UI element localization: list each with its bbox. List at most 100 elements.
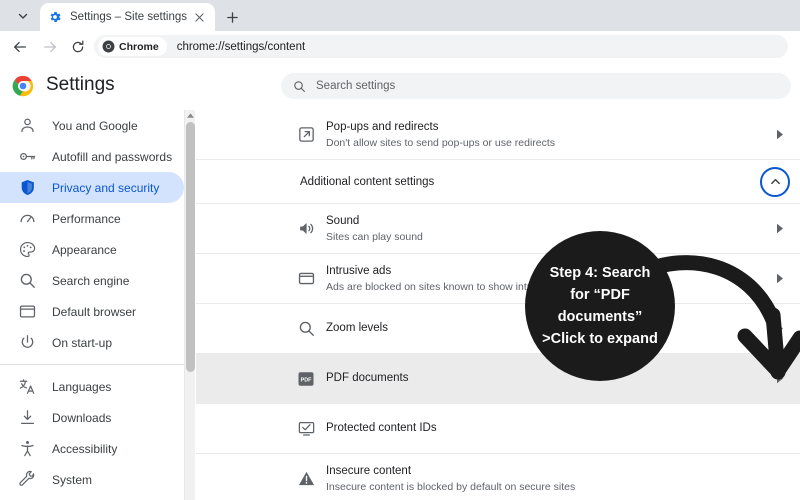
palette-icon [17, 240, 37, 259]
annotation-line: documents” [557, 309, 643, 325]
settings-row-protected-content-ids[interactable]: Protected content IDs [196, 404, 800, 454]
sidebar-item-label: Accessibility [52, 441, 118, 456]
sidebar-item-appearance[interactable]: Appearance [0, 234, 184, 265]
translate-icon [17, 377, 37, 396]
url-text: chrome://settings/content [176, 40, 306, 53]
new-tab-button[interactable] [221, 6, 243, 28]
search-icon [17, 271, 37, 290]
settings-row-title: PDF documents [326, 372, 409, 384]
sidebar-item-autofill-and-passwords[interactable]: Autofill and passwords [0, 141, 184, 172]
sidebar-divider [0, 364, 184, 365]
settings-row-pdf-documents[interactable]: PDF PDF documents [196, 354, 800, 404]
person-icon [17, 116, 37, 135]
sidebar-item-label: Default browser [52, 304, 137, 319]
browser-tab[interactable]: Settings – Site settings [40, 3, 215, 31]
settings-gear-icon [48, 10, 62, 24]
settings-sidebar: You and Google Autofill and passwords Priv… [0, 110, 184, 500]
search-icon [296, 319, 316, 339]
settings-row-title: Insecure content [326, 464, 412, 477]
wrench-icon [17, 470, 37, 489]
annotation-callout: Step 4: Search for “PDF documents” >Click t… [525, 231, 675, 381]
close-icon[interactable] [191, 9, 207, 25]
power-icon [17, 333, 37, 352]
settings-row-text: Protected content IDs [326, 421, 772, 436]
tab-search-icon[interactable] [10, 5, 36, 27]
section-title: Additional content settings [300, 175, 435, 188]
settings-row-intrusive-ads[interactable]: Intrusive ads Ads are blocked on sites kn… [196, 254, 800, 304]
chrome-logo-icon [102, 40, 115, 53]
key-icon [17, 147, 37, 166]
settings-row-insecure-content[interactable]: Insecure content Insecure content is bloc… [196, 454, 800, 500]
settings-row-subtitle: Insecure content is blocked by default o… [326, 480, 576, 493]
protected-content-icon [296, 419, 316, 439]
sidebar-item-label: Search engine [52, 273, 130, 288]
sidebar-item-label: Downloads [52, 410, 112, 425]
browser-window: Settings – Site settings Chrome chrome:/… [0, 0, 800, 500]
settings-row-zoom-levels[interactable]: Zoom levels [196, 304, 800, 354]
annotation-line: >Click to expand [542, 331, 658, 347]
browser-toolbar: Chrome chrome://settings/content [0, 31, 800, 62]
settings-row-subtitle: Don't allow sites to send pop-ups or use… [326, 136, 556, 149]
settings-header: Settings Search settings [0, 62, 800, 110]
settings-row-text: Pop-ups and redirects Don't allow sites t… [326, 120, 772, 150]
settings-row-sound[interactable]: Sound Sites can play sound [196, 204, 800, 254]
page-title: Settings [46, 74, 115, 95]
shield-icon [17, 178, 37, 197]
settings-row-text: Sound Sites can play sound [326, 214, 772, 244]
sidebar-item-label: Languages [52, 379, 112, 394]
search-placeholder: Search settings [316, 80, 396, 92]
sidebar-item-system[interactable]: System [0, 464, 184, 495]
reload-icon[interactable] [66, 35, 90, 59]
svg-text:PDF: PDF [301, 377, 312, 383]
sidebar-item-label: Privacy and security [52, 180, 160, 195]
annotation-line: for “PDF [570, 287, 630, 303]
sidebar-item-default-browser[interactable]: Default browser [0, 296, 184, 327]
settings-row-title: Protected content IDs [326, 422, 437, 434]
caret-right-icon[interactable] [772, 129, 786, 140]
settings-row-text: PDF documents [326, 371, 772, 386]
chevron-up-icon[interactable] [760, 166, 790, 197]
speed-icon [17, 209, 37, 228]
caret-right-icon[interactable] [772, 373, 786, 384]
annotation-text: Step 4: Search for “PDF documents” >Click t… [534, 262, 666, 350]
sidebar-item-label: Performance [52, 211, 121, 226]
sidebar-item-label: You and Google [52, 118, 138, 133]
accessibility-icon [17, 439, 37, 458]
sidebar-item-downloads[interactable]: Downloads [0, 402, 184, 433]
settings-row-pop-ups-and-redirects[interactable]: Pop-ups and redirects Don't allow sites t… [196, 110, 800, 160]
pdf-icon: PDF [296, 369, 316, 389]
arrow-right-icon[interactable] [38, 35, 62, 59]
sidebar-item-you-and-google[interactable]: You and Google [0, 110, 184, 141]
caret-right-icon[interactable] [772, 273, 786, 284]
sidebar-item-performance[interactable]: Performance [0, 203, 184, 234]
browser-icon [17, 302, 37, 321]
caret-right-icon[interactable] [772, 323, 786, 334]
annotation-line: Step 4: Search [549, 265, 651, 281]
section-additional-content-settings[interactable]: Additional content settings [196, 160, 800, 204]
tab-title: Settings – Site settings [70, 11, 187, 23]
settings-row-text: Insecure content Insecure content is bloc… [326, 464, 772, 494]
caret-right-icon[interactable] [772, 223, 786, 234]
chrome-chip[interactable]: Chrome [98, 37, 167, 56]
sidebar-item-privacy-and-security[interactable]: Privacy and security [0, 172, 184, 203]
caret-up-icon[interactable] [185, 110, 196, 121]
external-link-icon [296, 125, 316, 145]
address-bar[interactable]: Chrome chrome://settings/content [94, 35, 788, 58]
sidebar-item-label: Appearance [52, 242, 117, 257]
sidebar-item-languages[interactable]: Languages [0, 371, 184, 402]
sidebar-item-on-start-up[interactable]: On start-up [0, 327, 184, 358]
arrow-left-icon[interactable] [8, 35, 32, 59]
sidebar-item-search-engine[interactable]: Search engine [0, 265, 184, 296]
sidebar-item-accessibility[interactable]: Accessibility [0, 433, 184, 464]
sidebar-scrollbar[interactable] [184, 110, 195, 500]
scrollbar-thumb[interactable] [186, 122, 195, 372]
search-input[interactable]: Search settings [281, 73, 791, 99]
sound-icon [296, 219, 316, 239]
settings-content: Pop-ups and redirects Don't allow sites t… [196, 110, 800, 500]
ads-icon [296, 269, 316, 289]
sidebar-item-label: System [52, 472, 93, 487]
download-icon [17, 408, 37, 427]
search-icon [293, 80, 306, 93]
settings-row-subtitle: Sites can play sound [326, 230, 423, 243]
settings-row-title: Sound [326, 214, 360, 227]
